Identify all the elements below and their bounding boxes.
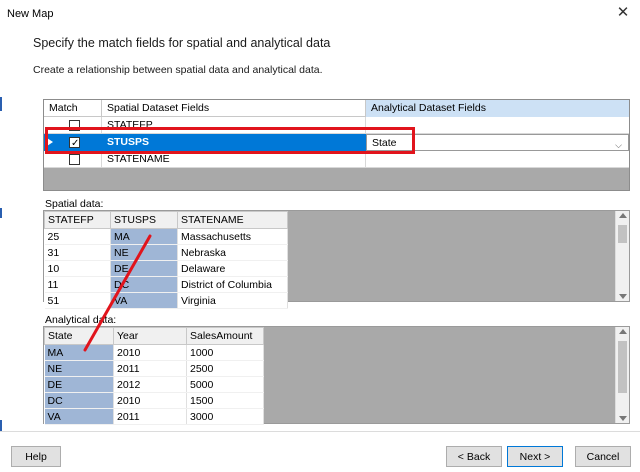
left-edge-marker (0, 208, 2, 218)
column-header: STATEFP (44, 211, 111, 229)
help-button[interactable]: Help (11, 446, 61, 467)
table-row: 51 VA Virginia (44, 292, 288, 309)
scroll-down-icon[interactable] (619, 294, 627, 299)
close-icon[interactable]: ✕ (612, 3, 634, 23)
match-grid-header: Match Fields Spatial Dataset Fields Anal… (44, 100, 629, 131)
table-row: 10 DE Delaware (44, 260, 288, 277)
scroll-down-icon[interactable] (619, 416, 627, 421)
column-header: Year (113, 327, 187, 345)
scroll-up-icon[interactable] (619, 329, 627, 334)
column-header: STUSPS (110, 211, 178, 229)
column-header: SalesAmount (186, 327, 264, 345)
page-heading: Specify the match fields for spatial and… (33, 36, 331, 50)
table-row: MA 2010 1000 (44, 344, 264, 361)
scroll-thumb[interactable] (618, 225, 627, 243)
table-row: 25 MA Massachusetts (44, 228, 288, 245)
vertical-scrollbar[interactable] (615, 327, 629, 423)
scroll-thumb[interactable] (618, 341, 627, 393)
table-row: 11 DC District of Columbia (44, 276, 288, 293)
table-row: DE 2012 5000 (44, 376, 264, 393)
scroll-up-icon[interactable] (619, 213, 627, 218)
cancel-button[interactable]: Cancel (575, 446, 631, 467)
spatial-data-table: STATEFP STUSPS STATENAME 25 MA Massachuset… (44, 211, 288, 309)
table-row: 31 NE Nebraska (44, 244, 288, 261)
next-button[interactable]: Next > (507, 446, 563, 467)
column-header-match-fields: Match Fields (44, 100, 102, 131)
analytical-data-label: Analytical data: (45, 314, 117, 326)
table-row: DC 2010 1500 (44, 392, 264, 409)
annotation-highlight-box (45, 127, 415, 154)
title-bar: New Map ✕ (0, 0, 640, 28)
match-checkbox[interactable] (69, 154, 80, 165)
analytical-data-grid[interactable]: State Year SalesAmount MA 2010 1000 NE 2011… (43, 326, 630, 425)
spatial-data-label: Spatial data: (45, 198, 104, 210)
left-edge-marker (0, 97, 2, 111)
table-row: NE 2011 2500 (44, 360, 264, 377)
column-header-analytical-fields: Analytical Dataset Fields (366, 100, 629, 117)
column-header-spatial-fields: Spatial Dataset Fields (102, 100, 366, 117)
column-header: STATENAME (177, 211, 288, 229)
vertical-scrollbar[interactable] (615, 211, 629, 301)
column-header: State (44, 327, 114, 345)
analytical-data-table: State Year SalesAmount MA 2010 1000 NE 2011… (44, 327, 264, 425)
window-title: New Map (7, 8, 54, 20)
back-button[interactable]: < Back (446, 446, 502, 467)
table-row: VA 2011 3000 (44, 408, 264, 425)
page-subheading: Create a relationship between spatial da… (33, 64, 323, 76)
footer-separator (0, 431, 640, 432)
spatial-data-grid[interactable]: STATEFP STUSPS STATENAME 25 MA Massachuset… (43, 210, 630, 309)
